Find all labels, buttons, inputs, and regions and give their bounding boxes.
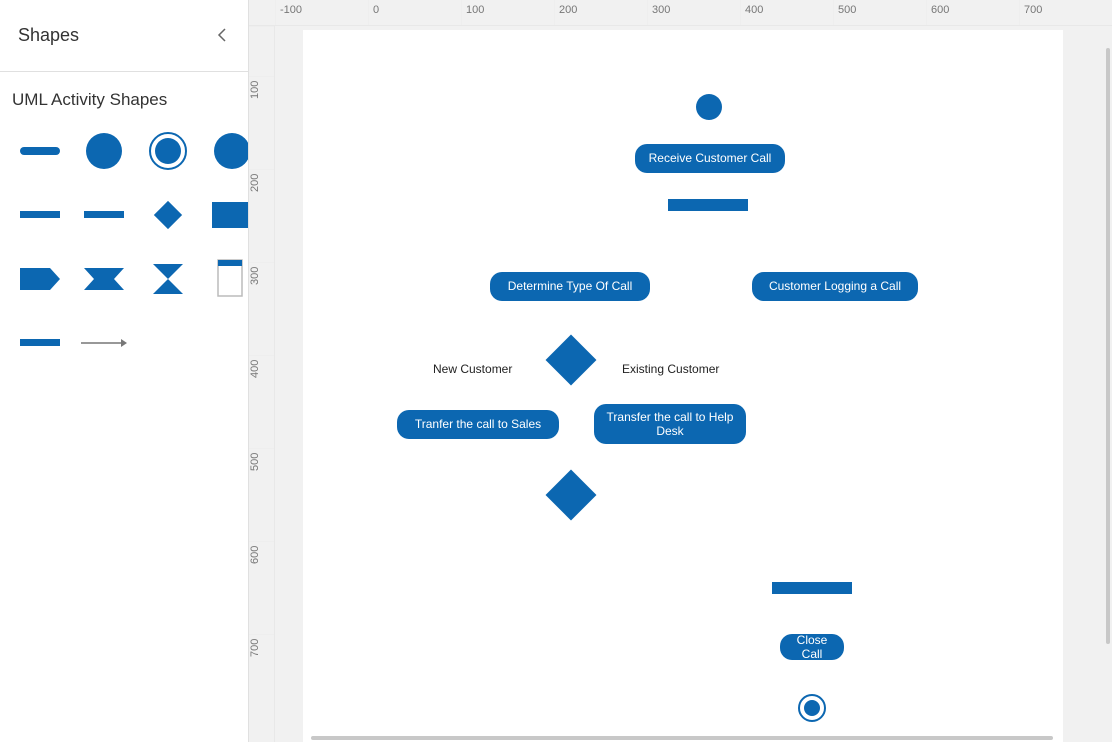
edge-label-new: New Customer: [431, 362, 514, 376]
node-determine[interactable]: Determine Type Of Call: [490, 272, 650, 301]
panel-title: Shapes: [18, 25, 79, 46]
shape-final-node[interactable]: [140, 128, 196, 174]
node-label: Determine Type Of Call: [508, 279, 633, 293]
node-label: Receive Customer Call: [649, 151, 772, 165]
canvas-wrap: -100 0 100 200 300 400 500 600 700 100 2…: [249, 0, 1112, 742]
node-fork[interactable]: [668, 199, 748, 211]
ruler-tick: 0: [369, 4, 379, 16]
node-label: Close Call: [788, 633, 836, 662]
shape-action[interactable]: [204, 128, 249, 174]
shape-send-signal[interactable]: [12, 256, 68, 302]
connector-layer: [275, 26, 575, 176]
shapes-panel: Shapes UML Activity Shapes: [0, 0, 249, 742]
ruler-tick: 200: [555, 4, 577, 16]
node-end[interactable]: [798, 694, 826, 722]
ruler-horizontal: -100 0 100 200 300 400 500 600 700: [249, 0, 1112, 26]
edge-label-existing: Existing Customer: [620, 362, 721, 376]
ruler-tick: 600: [927, 4, 949, 16]
ruler-tick: 300: [648, 4, 670, 16]
shape-initial-node[interactable]: [76, 128, 132, 174]
node-close[interactable]: Close Call: [780, 634, 844, 660]
collapse-panel-icon[interactable]: [216, 26, 230, 46]
ruler-tick: 100: [249, 81, 261, 99]
shape-fork-short[interactable]: [76, 192, 132, 238]
panel-header: Shapes: [0, 0, 248, 72]
node-start[interactable]: [696, 94, 722, 120]
shape-fork-horizontal[interactable]: [12, 192, 68, 238]
ruler-tick: 500: [834, 4, 856, 16]
ruler-tick: 400: [741, 4, 763, 16]
node-receive[interactable]: Receive Customer Call: [635, 144, 785, 173]
node-logging[interactable]: Customer Logging a Call: [752, 272, 918, 301]
node-sales[interactable]: Tranfer the call to Sales: [397, 410, 559, 439]
shape-bar-short[interactable]: [12, 320, 68, 366]
node-helpdesk[interactable]: Transfer the call to Help Desk: [594, 404, 746, 444]
shape-decision[interactable]: [140, 192, 196, 238]
node-label: Transfer the call to Help Desk: [602, 410, 738, 439]
node-join[interactable]: [772, 582, 852, 594]
scrollbar-horizontal[interactable]: [311, 736, 1053, 740]
ruler-tick: 700: [249, 639, 261, 657]
palette-grid: [0, 118, 248, 376]
ruler-tick: -100: [276, 4, 302, 16]
scrollbar-vertical[interactable]: [1106, 48, 1110, 644]
ruler-tick: 400: [249, 360, 261, 378]
ruler-tick: 200: [249, 174, 261, 192]
shape-connector-arrow[interactable]: [76, 320, 132, 366]
ruler-vertical: 100 200 300 400 500 600 700: [249, 26, 275, 742]
ruler-tick: 600: [249, 546, 261, 564]
shape-object-node[interactable]: [204, 192, 249, 238]
canvas-main: 100 200 300 400 500 600 700: [249, 26, 1112, 742]
ruler-tick: 100: [462, 4, 484, 16]
shape-note[interactable]: [204, 256, 249, 302]
shape-time-event[interactable]: [140, 256, 196, 302]
palette-section-title: UML Activity Shapes: [0, 72, 248, 118]
node-label: Tranfer the call to Sales: [415, 417, 541, 431]
ruler-tick: 500: [249, 453, 261, 471]
shape-initial-node-mini[interactable]: [12, 128, 68, 174]
ruler-tick: 300: [249, 267, 261, 285]
ruler-tick: 700: [1020, 4, 1042, 16]
shape-accept-signal[interactable]: [76, 256, 132, 302]
node-label: Customer Logging a Call: [769, 279, 901, 293]
diagram-surface[interactable]: Receive Customer Call Determine Type Of …: [275, 26, 1112, 742]
